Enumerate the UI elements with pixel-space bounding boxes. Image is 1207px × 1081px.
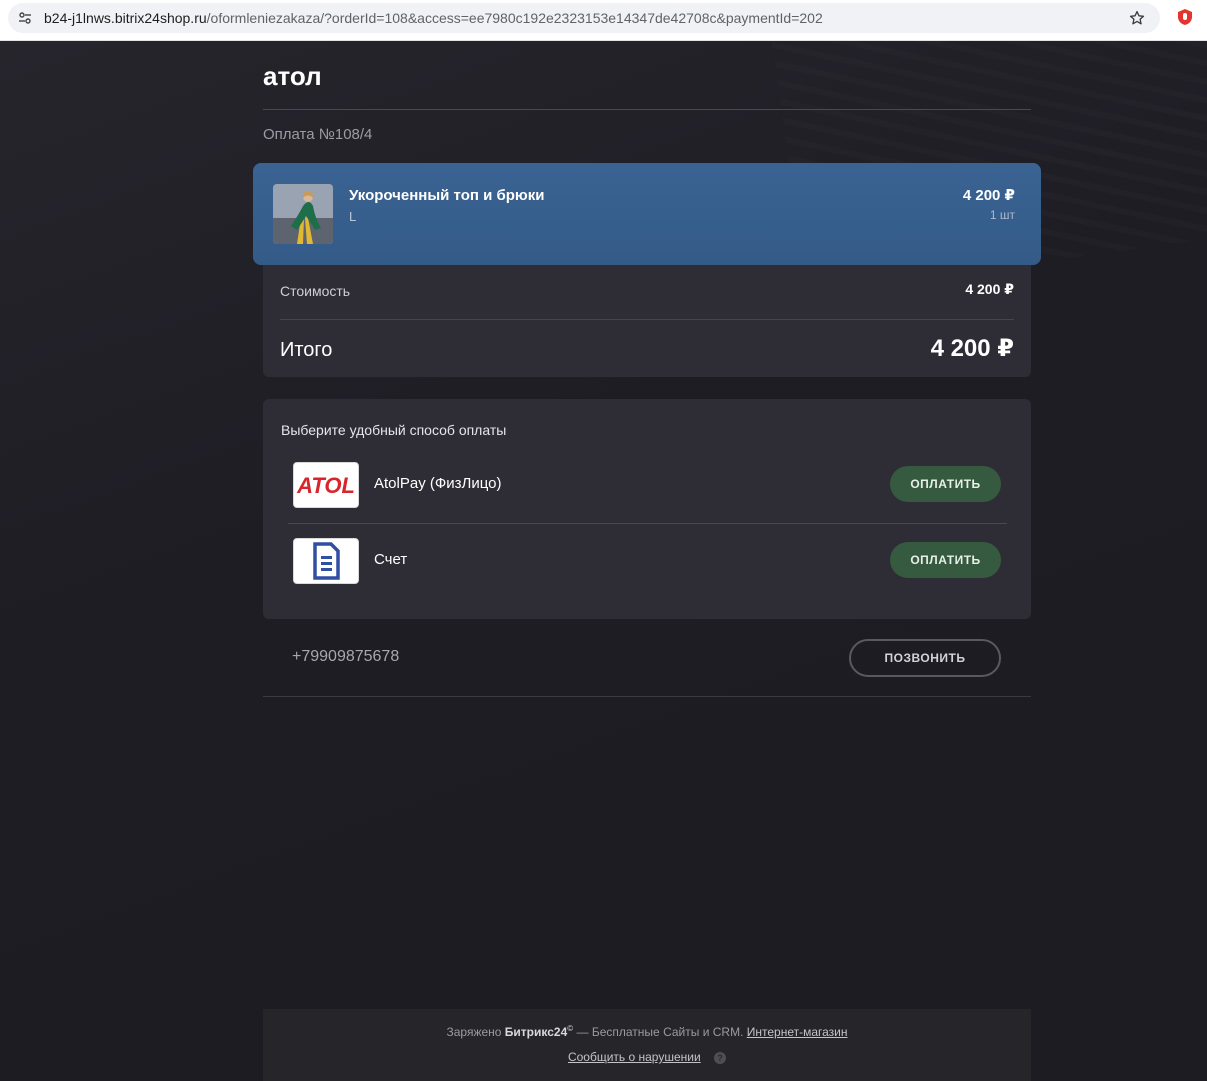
payment-method-name: AtolPay (ФизЛицо) — [374, 475, 502, 492]
online-store-link[interactable]: Интернет-магазин — [747, 1025, 848, 1039]
checkout-page: атол Оплата №108/4 Укороченный топ и брю… — [0, 41, 1207, 1081]
product-image[interactable] — [273, 184, 333, 244]
bookmark-star-icon[interactable] — [1128, 9, 1146, 27]
payment-methods-title: Выберите удобный способ оплаты — [281, 422, 507, 438]
payment-methods: Выберите удобный способ оплаты ATOL Atol… — [263, 399, 1031, 619]
site-settings-icon[interactable] — [18, 11, 32, 25]
omnibox[interactable]: b24-j1lnws.bitrix24shop.ru/oformleniezak… — [8, 3, 1160, 33]
url-host: b24-j1lnws.bitrix24shop.ru — [44, 10, 207, 26]
bitrix24-brand[interactable]: Битрикс24 — [505, 1025, 567, 1039]
product-price: 4 200 ₽ — [962, 187, 1015, 204]
summary-divider — [280, 319, 1014, 320]
browser-address-bar: b24-j1lnws.bitrix24shop.ru/oformleniezak… — [0, 0, 1207, 41]
footer: Заряжено Битрикс24© — Бесплатные Сайты и… — [263, 1009, 1031, 1081]
cost-label: Стоимость — [280, 283, 351, 299]
contact-divider — [263, 696, 1031, 697]
product-name[interactable]: Укороченный топ и брюки — [349, 187, 544, 204]
invoice-document-icon — [313, 542, 340, 580]
pay-invoice-button[interactable]: ОПЛАТИТЬ — [890, 542, 1001, 578]
invoice-logo — [293, 538, 359, 584]
atol-logo-text: ATOL — [296, 473, 355, 498]
extension-shield-icon[interactable] — [1176, 8, 1194, 26]
total-label: Итого — [280, 339, 333, 361]
footer-report: Сообщить о нарушении ? — [263, 1050, 1031, 1064]
product-quantity: 1 шт — [989, 208, 1015, 222]
bitrix24-clock-mark: © — [567, 1024, 574, 1033]
contact-phone[interactable]: +79909875678 — [292, 648, 399, 666]
footer-tagline: — Бесплатные Сайты и CRM. — [576, 1025, 744, 1039]
report-abuse-link[interactable]: Сообщить о нарушении — [568, 1050, 701, 1064]
payment-number: Оплата №108/4 — [263, 126, 373, 143]
call-button[interactable]: ПОЗВОНИТЬ — [849, 639, 1001, 677]
url-text[interactable]: b24-j1lnws.bitrix24shop.ru/oformleniezak… — [44, 10, 823, 26]
help-icon[interactable]: ? — [714, 1051, 727, 1064]
footer-powered-prefix: Заряжено — [446, 1025, 502, 1039]
footer-powered-by: Заряжено Битрикс24© — Бесплатные Сайты и… — [263, 1024, 1031, 1039]
atol-logo-icon: ATOL — [296, 473, 355, 498]
total-value: 4 200 ₽ — [930, 335, 1014, 362]
atol-logo: ATOL — [293, 462, 359, 508]
cost-value: 4 200 ₽ — [965, 281, 1014, 297]
pay-atolpay-button[interactable]: ОПЛАТИТЬ — [890, 466, 1001, 502]
product-card: Укороченный топ и брюки L 4 200 ₽ 1 шт — [253, 163, 1041, 265]
payment-method-name: Счет — [374, 551, 408, 568]
url-path: /oformleniezakaza/?orderId=108&access=ee… — [206, 10, 823, 26]
product-photo-illustration — [273, 184, 333, 244]
payment-method-atolpay[interactable]: ATOL AtolPay (ФизЛицо) ОПЛАТИТЬ — [288, 454, 1007, 514]
payment-method-divider — [288, 523, 1007, 524]
shop-title: атол — [263, 61, 322, 91]
title-divider — [263, 109, 1031, 110]
payment-method-invoice[interactable]: Счет ОПЛАТИТЬ — [288, 530, 1007, 590]
product-size: L — [349, 209, 357, 224]
order-summary: Стоимость 4 200 ₽ Итого 4 200 ₽ — [263, 265, 1031, 377]
